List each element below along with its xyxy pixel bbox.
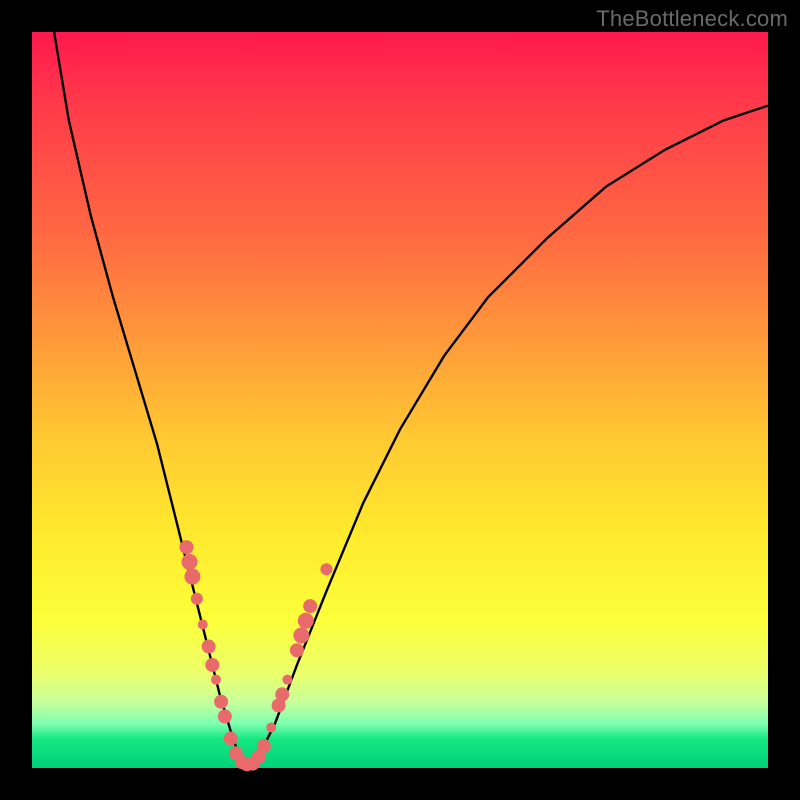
curve-marker [218, 709, 232, 723]
chart-svg [32, 32, 768, 768]
curve-marker [320, 563, 332, 575]
curve-marker [282, 675, 292, 685]
curve-marker [275, 687, 289, 701]
curve-marker [293, 628, 309, 644]
curve-marker [198, 619, 208, 629]
watermark-text: TheBottleneck.com [596, 6, 788, 32]
bottleneck-curve [54, 32, 768, 764]
curve-marker [224, 732, 238, 746]
curve-marker [290, 643, 304, 657]
curve-markers [180, 540, 333, 771]
plot-area [32, 32, 768, 768]
curve-marker [303, 599, 317, 613]
curve-marker [214, 695, 228, 709]
curve-marker [191, 593, 203, 605]
curve-marker [180, 540, 194, 554]
curve-marker [211, 675, 221, 685]
curve-marker [184, 569, 200, 585]
curve-marker [257, 739, 271, 753]
curve-marker [182, 554, 198, 570]
curve-marker [205, 658, 219, 672]
curve-marker [266, 723, 276, 733]
curve-marker [298, 613, 314, 629]
curve-marker [202, 640, 216, 654]
chart-frame: TheBottleneck.com [0, 0, 800, 800]
